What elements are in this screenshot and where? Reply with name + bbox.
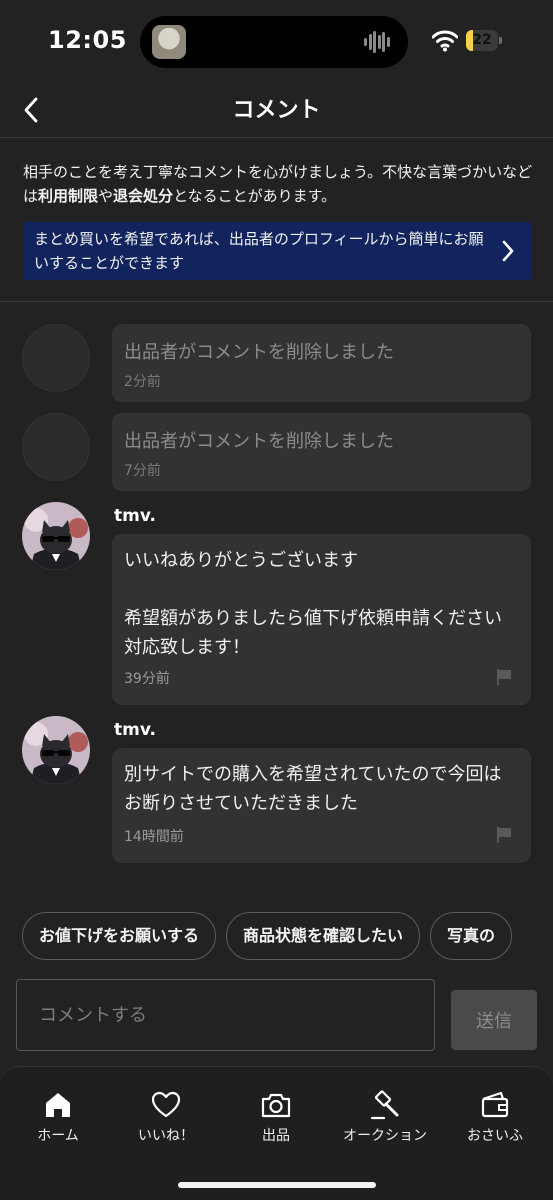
report-flag-icon[interactable]: [495, 668, 513, 686]
account-termination-link[interactable]: 退会処分: [113, 187, 173, 205]
deleted-comment-text: 出品者がコメントを削除しました: [124, 342, 394, 363]
page-title: コメント: [232, 98, 321, 123]
comment-bubble: いいねありがとうございます 希望額がありましたら値下げ依頼申請ください対応致しま…: [112, 534, 531, 705]
divider: [0, 301, 553, 302]
battery-percentage: 22: [472, 32, 492, 48]
deleted-comment: 出品者がコメントを削除しました 7分前: [112, 413, 531, 491]
tab-label: いいね！: [138, 1128, 194, 1144]
heart-icon: [151, 1091, 181, 1118]
usage-restriction-link[interactable]: 利用制限: [38, 187, 98, 205]
camera-icon: [261, 1093, 291, 1118]
avatar: [22, 413, 90, 481]
tab-bar: ホーム いいね！ 出品 オークション おさいふ: [0, 1066, 553, 1200]
tab-likes[interactable]: いいね！: [111, 1089, 221, 1149]
dynamic-island: [140, 16, 408, 68]
tab-label: おさいふ: [467, 1128, 523, 1144]
status-bar: 12:05 22: [0, 0, 553, 82]
tab-wallet[interactable]: おさいふ: [440, 1089, 550, 1149]
gavel-icon: [370, 1090, 399, 1120]
wallet-icon: [481, 1091, 509, 1118]
comment-time: 2分前: [124, 374, 161, 390]
comment-input[interactable]: [16, 979, 435, 1051]
comment-time: 39分前: [124, 671, 170, 687]
tab-label: オークション: [343, 1128, 427, 1144]
chip-photos[interactable]: 写真の: [430, 912, 513, 960]
quick-reply-chips: お値下げをお願いする 商品状態を確認したい 写真の: [22, 912, 553, 962]
comment-guideline-notice: 相手のことを考え丁寧なコメントを心がけましょう。不快な言葉づかいなどは利用制限や…: [23, 160, 533, 208]
header: コメント: [0, 82, 553, 138]
comment-text: 別サイトでの購入を希望されていたので今回はお断りさせていただきました: [124, 764, 502, 814]
status-time: 12:05: [48, 26, 127, 54]
chip-price-reduction[interactable]: お値下げをお願いする: [22, 912, 217, 960]
tab-label: ホーム: [37, 1128, 79, 1144]
tab-sell[interactable]: 出品: [221, 1089, 331, 1149]
username[interactable]: tmv.: [114, 720, 156, 740]
tab-home[interactable]: ホーム: [3, 1089, 113, 1149]
username[interactable]: tmv.: [114, 506, 156, 526]
now-playing-thumbnail: [152, 25, 186, 59]
chip-condition-check[interactable]: 商品状態を確認したい: [226, 912, 421, 960]
cat-sunglasses-avatar-icon: [22, 716, 90, 784]
deleted-comment-text: 出品者がコメントを削除しました: [124, 431, 394, 452]
audio-wave-icon: [364, 30, 390, 54]
battery-icon: 22: [466, 30, 502, 51]
home-icon: [46, 1093, 70, 1117]
tab-auction[interactable]: オークション: [330, 1089, 440, 1149]
user-avatar[interactable]: [22, 502, 90, 570]
bundle-purchase-banner[interactable]: まとめ買いを希望であれば、出品者のプロフィールから簡単にお願いすることができます: [23, 222, 531, 280]
report-flag-icon[interactable]: [495, 826, 513, 844]
notice-text: となることがあります。: [173, 187, 337, 205]
deleted-comment: 出品者がコメントを削除しました 2分前: [112, 324, 531, 402]
comment-text: いいねありがとうございます 希望額がありましたら値下げ依頼申請ください対応致しま…: [124, 550, 502, 658]
send-button[interactable]: 送信: [451, 990, 537, 1050]
wifi-icon: [432, 30, 458, 52]
comment-time: 7分前: [124, 463, 161, 479]
tab-label: 出品: [262, 1128, 290, 1144]
cat-sunglasses-avatar-icon: [22, 502, 90, 570]
avatar: [22, 324, 90, 392]
home-indicator: [178, 1182, 376, 1188]
banner-text: まとめ買いを希望であれば、出品者のプロフィールから簡単にお願いすることができます: [34, 230, 484, 272]
comment-time: 14時間前: [124, 829, 184, 845]
user-avatar[interactable]: [22, 716, 90, 784]
chevron-right-icon: [502, 240, 514, 262]
notice-text: や: [98, 187, 114, 205]
comment-bubble: 別サイトでの購入を希望されていたので今回はお断りさせていただきました 14時間前: [112, 748, 531, 863]
